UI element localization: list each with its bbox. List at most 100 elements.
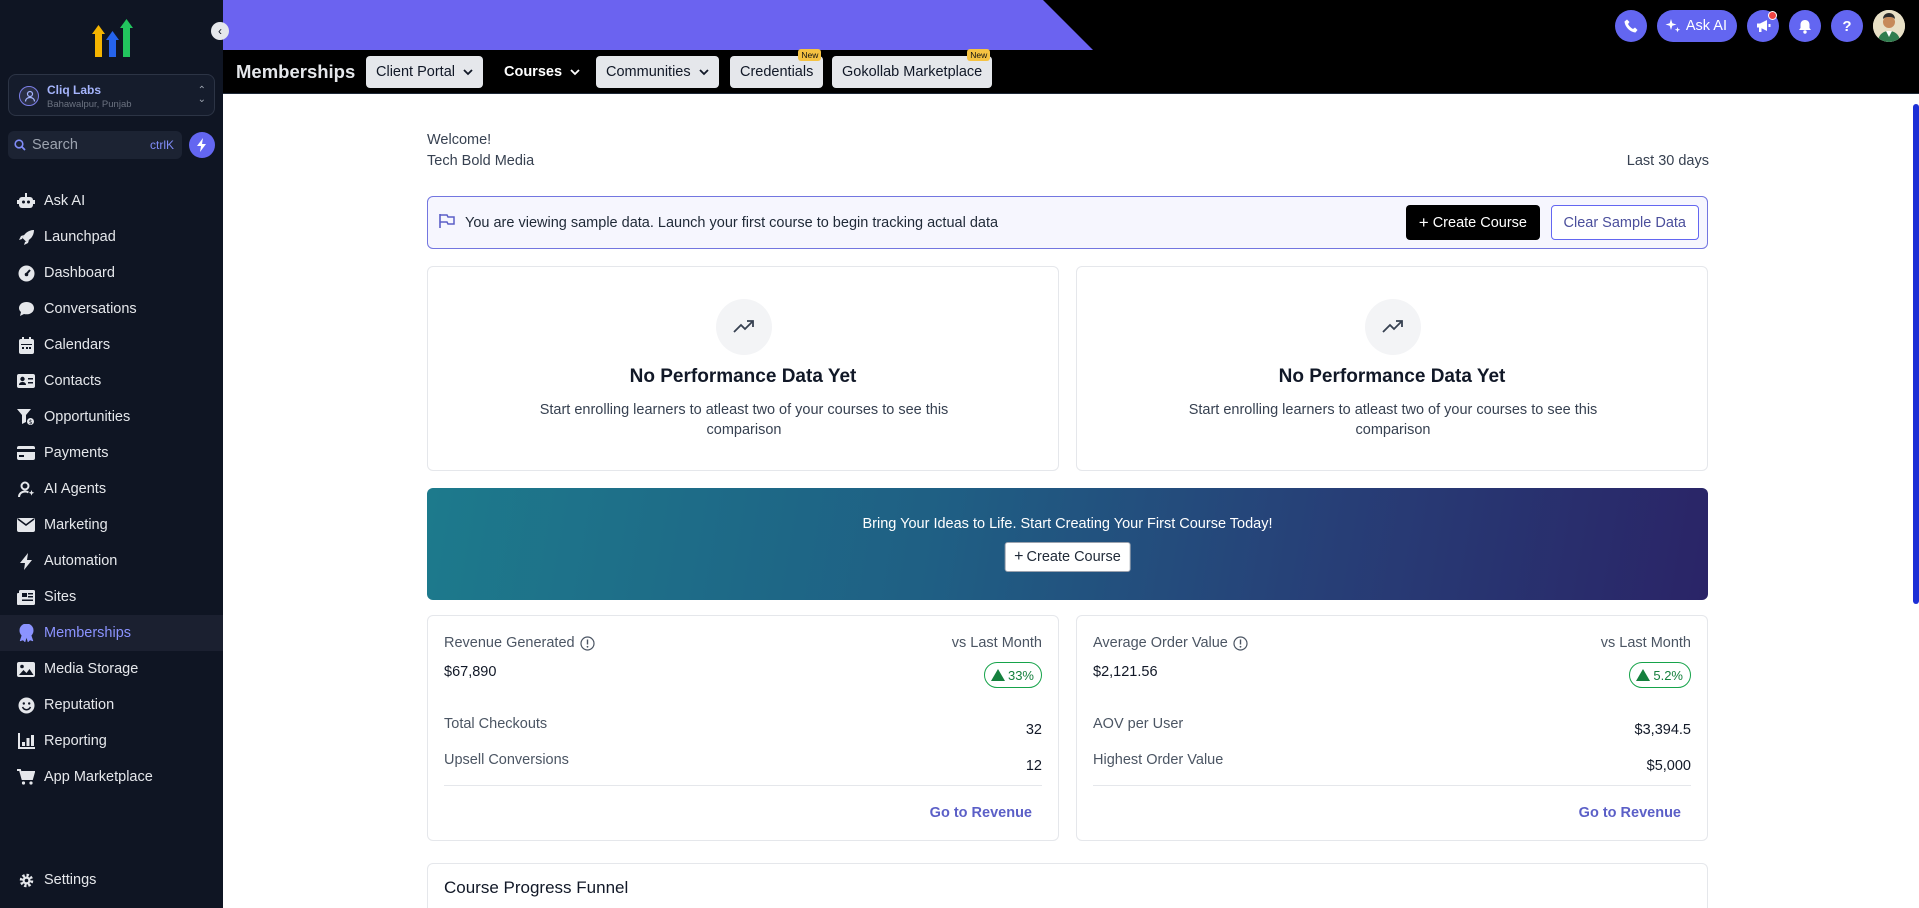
sidebar-item-label: Opportunities <box>44 409 131 425</box>
ask-ai-button[interactable]: Ask AI <box>1656 10 1737 42</box>
info-icon[interactable] <box>579 635 595 651</box>
row-value: 32 <box>1025 722 1042 738</box>
ask-ai-label: Ask AI <box>1685 18 1727 34</box>
triangle-up-icon <box>1636 669 1651 681</box>
bolt-icon <box>197 138 206 152</box>
trending-up-icon <box>716 299 772 355</box>
create-course-button[interactable]: + Create Course <box>1405 205 1540 240</box>
sidebar-item-launchpad[interactable]: Launchpad <box>0 219 223 255</box>
vs-last-month: vs Last Month <box>1600 635 1691 651</box>
flag-icon <box>439 214 455 228</box>
sidebar-item-label: AI Agents <box>44 481 107 497</box>
sidebar-settings: Settings <box>0 862 223 898</box>
perf-desc: Start enrolling learners to atleast two … <box>1188 402 1598 438</box>
location-switcher[interactable]: Cliq Labs Bahawalpur, Punjab ⌃ ⌄ <box>8 74 215 116</box>
perf-desc: Start enrolling learners to atleast two … <box>539 402 949 438</box>
award-icon <box>16 623 36 643</box>
sidebar-item-reporting[interactable]: Reporting <box>0 723 223 759</box>
sidebar-item-label: Payments <box>44 445 109 461</box>
search-placeholder: Search <box>32 137 78 153</box>
aov-card: Average Order Value vs Last Month $2,121… <box>1076 615 1708 841</box>
tab-credentials[interactable]: Credentials New <box>730 49 824 88</box>
perf-title: No Performance Data Yet <box>629 366 857 387</box>
notifications-button[interactable] <box>1789 10 1821 42</box>
svg-text:$: $ <box>29 419 33 426</box>
location-name: Cliq Labs <box>47 83 102 97</box>
sidebar-item-ask-ai[interactable]: Ask AI <box>0 183 223 219</box>
collapse-sidebar-button[interactable]: ‹ <box>211 22 229 40</box>
sidebar-item-label: Memberships <box>44 625 132 641</box>
page-title: Memberships <box>236 61 356 82</box>
sidebar-item-app-marketplace[interactable]: App Marketplace <box>0 759 223 795</box>
row-label: AOV per User <box>1093 716 1184 732</box>
plus-icon: + <box>1418 212 1429 232</box>
scrollbar[interactable] <box>1913 104 1919 604</box>
tab-communities[interactable]: Communities <box>596 56 719 88</box>
newspaper-icon <box>16 587 36 607</box>
chevron-down-icon <box>698 68 709 75</box>
clear-sample-data-button[interactable]: Clear Sample Data <box>1550 205 1699 240</box>
sidebar-item-media-storage[interactable]: Media Storage <box>0 651 223 687</box>
sidebar-item-label: Dashboard <box>44 265 115 281</box>
sample-data-text: You are viewing sample data. Launch your… <box>465 215 999 231</box>
banner-create-course-button[interactable]: + Create Course <box>1004 542 1131 572</box>
sidebar-item-reputation[interactable]: Reputation <box>0 687 223 723</box>
announcements-button[interactable] <box>1747 10 1779 42</box>
go-to-revenue-link[interactable]: Go to Revenue <box>1579 805 1681 821</box>
sidebar-item-calendars[interactable]: Calendars <box>0 327 223 363</box>
sidebar-item-memberships[interactable]: Memberships <box>0 615 223 651</box>
help-button[interactable]: ? <box>1831 10 1863 42</box>
phone-button[interactable] <box>1614 10 1647 42</box>
triangle-up-icon <box>990 669 1005 681</box>
calendar-icon <box>16 335 36 355</box>
bell-icon <box>1799 19 1811 34</box>
quick-actions-button[interactable] <box>189 132 215 158</box>
sidebar-item-payments[interactable]: Payments <box>0 435 223 471</box>
course-progress-funnel-card: Course Progress Funnel <box>427 863 1708 908</box>
tab-label: Credentials <box>740 64 814 80</box>
tab-gokollab-marketplace[interactable]: Gokollab Marketplace New <box>832 49 993 88</box>
sidebar-item-marketing[interactable]: Marketing <box>0 507 223 543</box>
robot-icon <box>16 191 36 211</box>
divider <box>444 785 1042 786</box>
sidebar-item-label: Media Storage <box>44 661 139 677</box>
info-icon[interactable] <box>1233 635 1248 651</box>
sidebar-item-label: App Marketplace <box>44 769 153 785</box>
trending-up-icon <box>1365 299 1421 355</box>
revenue-change-badge: 33% <box>983 662 1042 688</box>
contact-card-icon <box>16 371 36 391</box>
row-value: $5,000 <box>1646 758 1691 774</box>
row-label: Total Checkouts <box>444 716 548 732</box>
sidebar-item-contacts[interactable]: Contacts <box>0 363 223 399</box>
sidebar-item-sites[interactable]: Sites <box>0 579 223 615</box>
go-to-revenue-link[interactable]: Go to Revenue <box>930 805 1032 821</box>
aov-value: $2,121.56 <box>1093 664 1158 680</box>
funnel-dollar-icon: $ <box>16 407 36 427</box>
tab-label: Communities <box>606 64 691 80</box>
sidebar-item-opportunities[interactable]: $ Opportunities <box>0 399 223 435</box>
sidebar-item-ai-agents[interactable]: AI Agents <box>0 471 223 507</box>
sidebar-item-automation[interactable]: Automation <box>0 543 223 579</box>
sidebar-item-label: Calendars <box>44 337 111 353</box>
question-icon: ? <box>1842 17 1852 35</box>
banner-button-label: Create Course <box>1026 549 1121 565</box>
search-icon <box>14 139 26 151</box>
revenue-card: Revenue Generated vs Last Month $67,890 … <box>427 615 1059 841</box>
clear-sample-data-label: Clear Sample Data <box>1563 214 1687 231</box>
sidebar-item-settings[interactable]: Settings <box>0 862 223 898</box>
location-address: Bahawalpur, Punjab <box>47 99 132 110</box>
user-ai-icon <box>16 479 36 499</box>
aov-label: Average Order Value <box>1093 635 1248 651</box>
module-subnav: Memberships Client Portal Courses Commun… <box>223 49 1919 94</box>
chevron-left-icon: ‹ <box>218 24 222 38</box>
user-avatar[interactable] <box>1873 10 1905 42</box>
date-range[interactable]: Last 30 days <box>1627 153 1709 169</box>
tab-courses[interactable]: Courses <box>494 56 591 88</box>
sidebar-item-conversations[interactable]: Conversations <box>0 291 223 327</box>
sidebar-item-dashboard[interactable]: Dashboard <box>0 255 223 291</box>
create-course-banner: Bring Your Ideas to Life. Start Creating… <box>427 488 1708 600</box>
search-input[interactable]: Search ctrlK <box>8 131 182 159</box>
vs-last-month: vs Last Month <box>951 635 1042 651</box>
row-label: Upsell Conversions <box>444 752 569 768</box>
tab-client-portal[interactable]: Client Portal <box>366 56 483 88</box>
